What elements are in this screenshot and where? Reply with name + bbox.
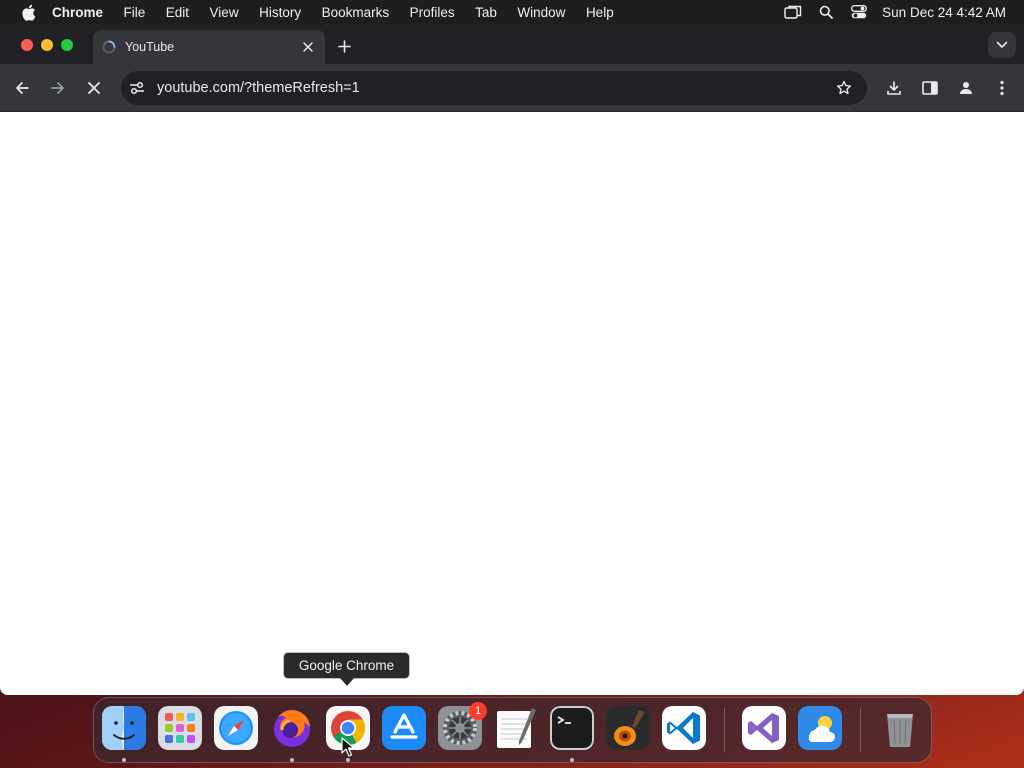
chrome-window: YouTube youtube.com/?themeRefresh=1 xyxy=(0,24,1024,695)
weather-icon[interactable] xyxy=(798,706,842,750)
window-minimize-button[interactable] xyxy=(41,39,53,51)
loading-spinner-icon xyxy=(101,39,117,55)
site-info-icon[interactable] xyxy=(127,78,147,98)
profile-avatar-icon[interactable] xyxy=(954,76,978,100)
menu-edit[interactable]: Edit xyxy=(166,5,189,20)
menu-app-name[interactable]: Chrome xyxy=(52,5,103,20)
bookmark-star-icon[interactable] xyxy=(833,77,855,99)
running-indicator-finder xyxy=(122,758,126,762)
forward-button[interactable] xyxy=(46,76,70,100)
terminal-icon[interactable] xyxy=(550,706,594,750)
url-text[interactable]: youtube.com/?themeRefresh=1 xyxy=(157,80,833,96)
tab-strip: YouTube xyxy=(0,24,1024,64)
visual-studio-icon[interactable] xyxy=(742,706,786,750)
visual-studio-code-icon[interactable] xyxy=(662,706,706,750)
running-indicator-firefox xyxy=(290,758,294,762)
dock-tooltip-arrow xyxy=(340,678,354,686)
textedit-icon[interactable] xyxy=(494,706,538,750)
trash-icon[interactable] xyxy=(878,706,922,750)
menu-file[interactable]: File xyxy=(124,5,146,20)
safari-icon[interactable] xyxy=(214,706,258,750)
dock-tooltip: Google Chrome xyxy=(283,652,410,679)
dock-separator xyxy=(724,708,725,752)
menu-help[interactable]: Help xyxy=(586,5,614,20)
running-indicator-chrome xyxy=(346,758,350,762)
dock xyxy=(93,697,932,763)
firefox-icon[interactable] xyxy=(270,706,314,750)
browser-toolbar: youtube.com/?themeRefresh=1 xyxy=(0,64,1024,112)
menu-window[interactable]: Window xyxy=(517,5,565,20)
menu-view[interactable]: View xyxy=(210,5,239,20)
menu-tab[interactable]: Tab xyxy=(475,5,497,20)
tab-youtube[interactable]: YouTube xyxy=(93,30,325,64)
stop-loading-button[interactable] xyxy=(82,76,106,100)
menu-bar: Chrome File Edit View History Bookmarks … xyxy=(0,0,1024,24)
apple-menu-icon[interactable] xyxy=(18,2,38,22)
system-settings-badge: 1 xyxy=(469,702,487,720)
menubar-clock[interactable]: Sun Dec 24 4:42 AM xyxy=(882,5,1006,20)
menu-bookmarks[interactable]: Bookmarks xyxy=(322,5,390,20)
tab-search-button[interactable] xyxy=(988,32,1016,58)
screen-mirroring-icon[interactable] xyxy=(783,2,803,22)
tab-title: YouTube xyxy=(125,40,175,54)
address-bar[interactable]: youtube.com/?themeRefresh=1 xyxy=(121,71,867,105)
side-panel-button[interactable] xyxy=(918,76,942,100)
new-tab-button[interactable] xyxy=(334,36,354,56)
app-store-icon[interactable] xyxy=(382,706,426,750)
spotlight-search-icon[interactable] xyxy=(816,2,836,22)
running-indicator-terminal xyxy=(570,758,574,762)
control-center-icon[interactable] xyxy=(849,2,869,22)
finder-icon[interactable] xyxy=(102,706,146,750)
launchpad-icon[interactable] xyxy=(158,706,202,750)
back-button[interactable] xyxy=(10,76,34,100)
page-content-area[interactable] xyxy=(0,112,1024,695)
tab-close-icon[interactable] xyxy=(299,38,317,56)
menu-profiles[interactable]: Profiles xyxy=(410,5,455,20)
window-close-button[interactable] xyxy=(21,39,33,51)
menu-history[interactable]: History xyxy=(259,5,301,20)
mouse-cursor-icon xyxy=(341,737,355,757)
chrome-menu-button[interactable] xyxy=(990,76,1014,100)
downloads-button[interactable] xyxy=(882,76,906,100)
window-maximize-button[interactable] xyxy=(61,39,73,51)
dock-separator xyxy=(860,708,861,752)
garageband-icon[interactable] xyxy=(606,706,650,750)
